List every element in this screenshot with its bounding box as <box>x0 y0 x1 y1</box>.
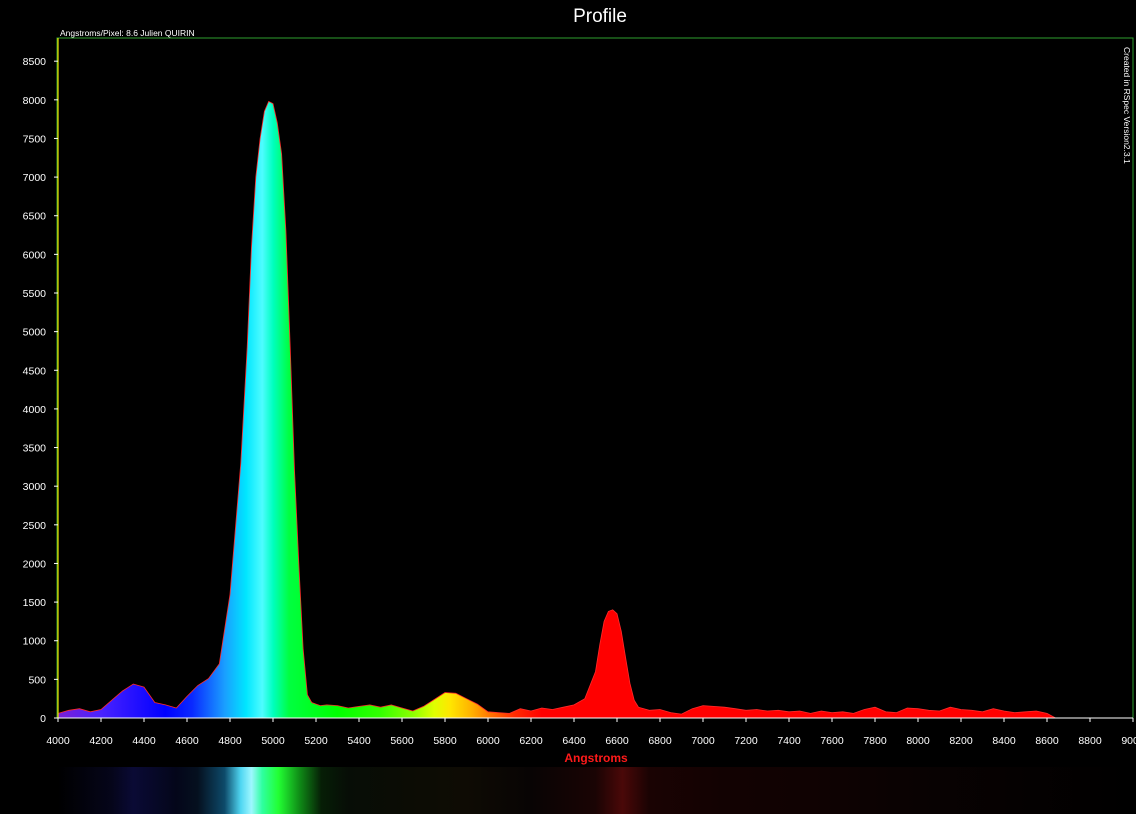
x-tick-label: 8400 <box>992 735 1016 747</box>
x-tick-label: 9000 <box>1121 735 1136 747</box>
y-tick-label: 7000 <box>23 172 47 184</box>
spectrum-strip-image <box>58 767 1133 814</box>
x-tick-label: 8800 <box>1078 735 1102 747</box>
y-tick-label: 1000 <box>23 636 47 648</box>
y-axis-ticks: 0 500 1000 1500 2000 2500 3000 3500 4000 4500 5000… <box>23 56 58 725</box>
x-tick-label: 5600 <box>390 735 414 747</box>
y-tick-label: 6000 <box>23 249 47 261</box>
x-tick-label: 6800 <box>648 735 672 747</box>
x-tick-label: 6600 <box>605 735 629 747</box>
x-tick-label: 4000 <box>46 735 70 747</box>
x-tick-label: 7200 <box>734 735 758 747</box>
y-tick-label: 2500 <box>23 520 47 532</box>
y-tick-label: 0 <box>40 713 46 725</box>
software-version-note: Created in RSpec Version2.3.1 <box>1122 47 1132 164</box>
spectrum-area-series <box>57 100 1056 719</box>
y-tick-label: 4000 <box>23 404 47 416</box>
y-tick-label: 500 <box>28 674 46 686</box>
y-tick-label: 1500 <box>23 597 47 609</box>
y-tick-label: 8500 <box>23 56 47 68</box>
spectrum-chart: Profile Angstroms/Pixel: 8.6 Julien QUIR… <box>23 6 1136 814</box>
y-tick-label: 2000 <box>23 558 47 570</box>
x-tick-label: 5400 <box>347 735 371 747</box>
x-tick-label: 7400 <box>777 735 801 747</box>
x-tick-label: 5800 <box>433 735 457 747</box>
x-tick-label: 7000 <box>691 735 715 747</box>
chart-title: Profile <box>573 6 627 27</box>
y-tick-label: 3500 <box>23 443 47 455</box>
y-tick-label: 8000 <box>23 95 47 107</box>
y-tick-label: 7500 <box>23 133 47 145</box>
plot-frame <box>56 37 1134 719</box>
y-tick-label: 5500 <box>23 288 47 300</box>
x-axis-ticks: 4000 4200 4400 4600 4800 5000 5200 5400 5600 5800… <box>46 718 1136 747</box>
y-tick-label: 3000 <box>23 481 47 493</box>
x-axis-label: Angstroms <box>564 751 628 765</box>
x-tick-label: 4600 <box>175 735 199 747</box>
spectrum-profile-window: Profile Angstroms/Pixel: 8.6 Julien QUIR… <box>0 0 1136 814</box>
x-tick-label: 4800 <box>218 735 242 747</box>
x-tick-label: 7600 <box>820 735 844 747</box>
x-tick-label: 6000 <box>476 735 500 747</box>
y-tick-label: 5000 <box>23 327 47 339</box>
x-tick-label: 8200 <box>949 735 973 747</box>
x-tick-label: 4200 <box>89 735 113 747</box>
x-tick-label: 6400 <box>562 735 586 747</box>
y-tick-label: 6500 <box>23 211 47 223</box>
x-tick-label: 4400 <box>132 735 156 747</box>
x-tick-label: 6200 <box>519 735 543 747</box>
x-tick-label: 8000 <box>906 735 930 747</box>
x-tick-label: 5200 <box>304 735 328 747</box>
angstrom-per-pixel-note: Angstroms/Pixel: 8.6 Julien QUIRIN <box>60 28 195 38</box>
x-tick-label: 7800 <box>863 735 887 747</box>
x-tick-label: 5000 <box>261 735 285 747</box>
x-tick-label: 8600 <box>1035 735 1059 747</box>
y-tick-label: 4500 <box>23 365 47 377</box>
